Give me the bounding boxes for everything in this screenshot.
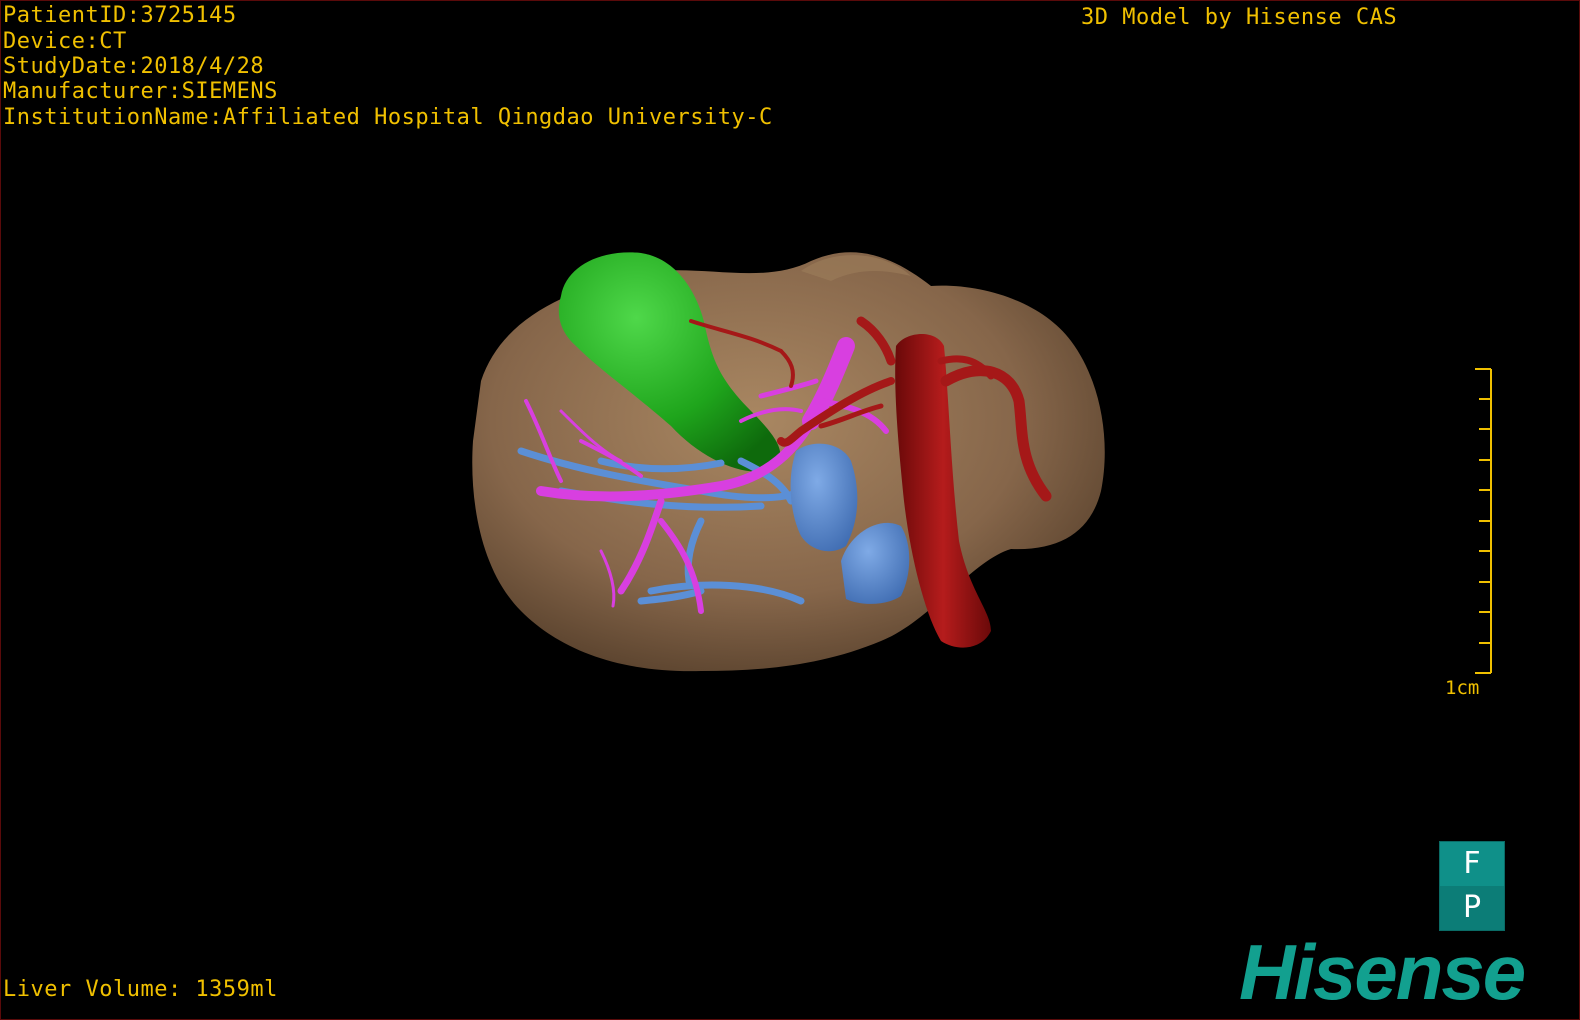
orientation-cube[interactable]: F P [1439, 841, 1505, 931]
3d-viewport[interactable]: PatientID:3725145 Device:CT StudyDate:20… [0, 0, 1580, 1020]
orientation-face-front: F [1440, 842, 1504, 887]
institution-text: InstitutionName:Affiliated Hospital Qing… [3, 105, 773, 130]
device-text: Device:CT [3, 29, 127, 54]
liver-3d-model[interactable] [1, 1, 1580, 1020]
scale-ruler [1475, 368, 1492, 674]
vena-cava-blue [790, 443, 858, 552]
study-date-text: StudyDate:2018/4/28 [3, 54, 265, 79]
hisense-logo: Hisense [1239, 933, 1527, 1009]
brand-wordmark: Hisense [1239, 933, 1525, 1009]
orientation-face-posterior: P [1440, 886, 1504, 930]
model-credit-text: 3D Model by Hisense CAS [1081, 5, 1398, 30]
scale-label: 1cm [1445, 677, 1480, 699]
patient-id-text: PatientID:3725145 [3, 3, 237, 28]
liver-volume-text: Liver Volume: 1359ml [3, 977, 278, 1002]
manufacturer-text: Manufacturer:SIEMENS [3, 79, 278, 104]
